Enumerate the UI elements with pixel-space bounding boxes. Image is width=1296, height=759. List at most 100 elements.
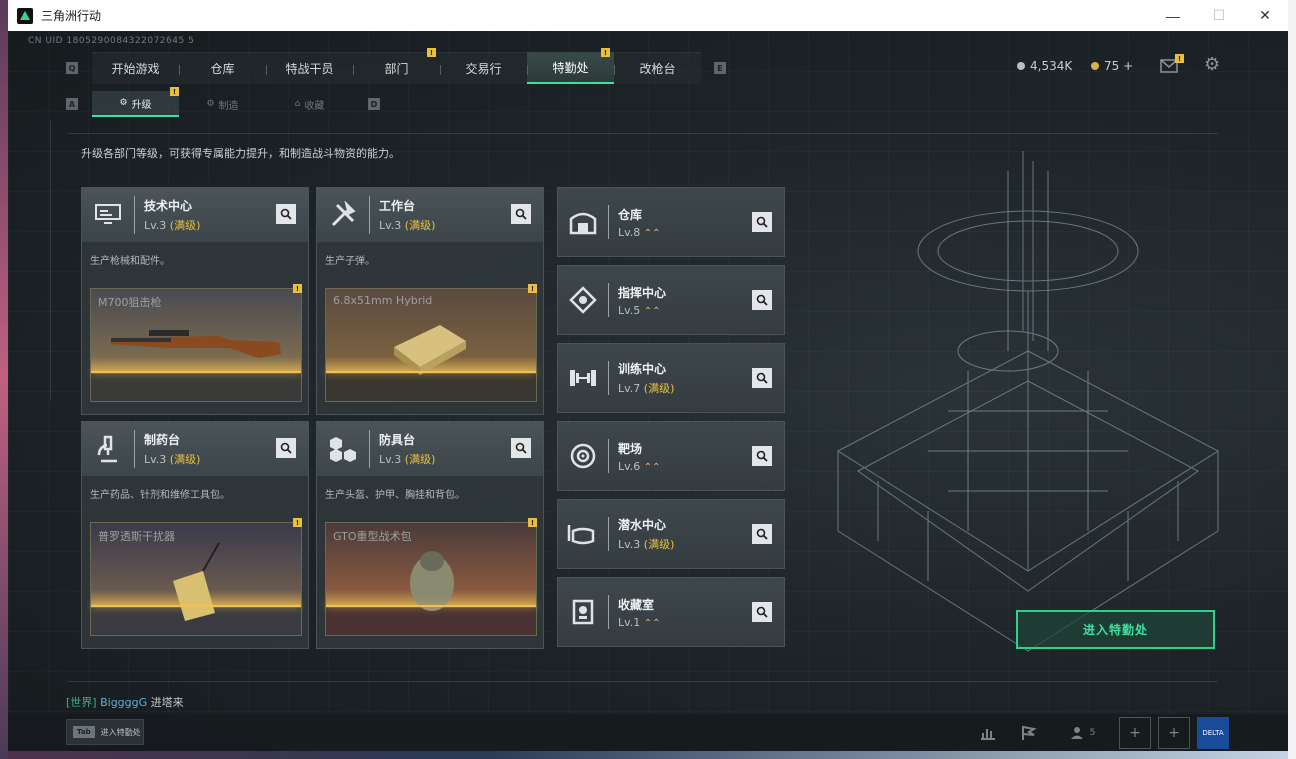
item-glow-line — [326, 605, 536, 607]
divider — [68, 133, 1218, 134]
warehouse-icon — [558, 195, 608, 249]
tab-operators[interactable]: 特战干员 — [266, 52, 353, 84]
mail-icon[interactable]: ! — [1160, 54, 1184, 73]
stats-icon[interactable] — [972, 717, 1004, 749]
max-level-tag: (满级) — [169, 219, 201, 232]
separator — [608, 283, 609, 317]
facility-row-collection-room[interactable]: 收藏室 Lv.1 ⌃⌃ — [557, 577, 785, 647]
facility-row-command-center[interactable]: 指挥中心 Lv.5 ⌃⌃ — [557, 265, 785, 335]
facility-card-armor-bench[interactable]: 防具台 Lv.3 (满级) 生产头盔、护甲、胸挂和背包。 GTO重型战术包 ! — [316, 421, 544, 649]
facility-card-pharmacy[interactable]: 制药台 Lv.3 (满级) 生产药品、针剂和维修工具包。 普罗透斯干扰器 ! — [81, 421, 309, 649]
tab-warehouse[interactable]: 仓库 — [179, 52, 266, 84]
search-button[interactable] — [276, 204, 296, 224]
add-party-slot-button[interactable]: + — [1158, 717, 1190, 749]
level-value: Lv.3 — [379, 219, 402, 232]
ammo-box-image — [394, 325, 466, 375]
craft-item-slot[interactable]: GTO重型战术包 ! — [325, 518, 537, 636]
tab-trade[interactable]: 交易行 — [440, 52, 527, 84]
chat-message[interactable]: [世界] BiggggG 进塔来 — [66, 694, 184, 710]
item-glow-line — [91, 605, 301, 607]
level-value: Lv.5 — [618, 303, 641, 317]
tools-icon — [317, 188, 369, 242]
facility-name: 技术中心 — [144, 199, 193, 213]
player-avatar[interactable]: DELTA — [1197, 717, 1229, 749]
search-button[interactable] — [752, 368, 772, 388]
item-name: 6.8x51mm Hybrid — [333, 294, 433, 307]
tab-gunsmith[interactable]: 改枪台 — [614, 52, 701, 84]
search-button[interactable] — [511, 204, 531, 224]
facility-level: Lv.5 ⌃⌃ — [618, 304, 666, 317]
facility-name: 指挥中心 — [618, 285, 667, 300]
chat-channel: [世界] — [66, 696, 97, 709]
search-icon — [756, 294, 768, 306]
facility-description: 生产头盔、护甲、胸挂和背包。 — [325, 490, 465, 501]
maximize-button[interactable]: ☐ — [1196, 0, 1242, 31]
facility-row-warehouse[interactable]: 仓库 Lv.8 ⌃⌃ — [557, 187, 785, 257]
upgrade-available-icon: ⌃⌃ — [643, 617, 661, 629]
dumbbell-icon — [558, 351, 608, 405]
item-glow-line — [326, 371, 536, 373]
tab-label: 特战干员 — [285, 62, 334, 76]
friends-count: 5 — [1089, 728, 1096, 738]
trophy-icon — [558, 585, 608, 639]
facility-card-tech-center[interactable]: 技术中心 Lv.3 (满级) 生产枪械和配件。 M700狙击枪 ! — [81, 187, 309, 415]
search-button[interactable] — [752, 290, 772, 310]
search-icon — [756, 372, 768, 384]
search-button[interactable] — [752, 446, 772, 466]
notification-badge: ! — [528, 518, 537, 527]
sub-nav: ⚙ 升级 ! ⚙ 制造 ⌂ 收藏 — [92, 87, 353, 117]
facility-row-diving-center[interactable]: 潜水中心 Lv.3 (满级) — [557, 499, 785, 569]
search-button[interactable] — [511, 438, 531, 458]
tab-start-game[interactable]: 开始游戏 — [92, 52, 179, 84]
tab-special-ops[interactable]: 特勤处 ! — [527, 48, 614, 84]
add-party-slot-button[interactable]: + — [1119, 717, 1151, 749]
subtab-label: 收藏 — [304, 100, 325, 112]
app-logo-icon — [17, 7, 33, 24]
search-button[interactable] — [752, 524, 772, 544]
craft-item-slot[interactable]: M700狙击枪 ! — [90, 284, 302, 402]
craft-icon: ⚙ — [206, 99, 215, 109]
silver-amount: 4,534K — [1030, 59, 1073, 73]
flag-icon[interactable] — [1013, 717, 1045, 749]
facility-card-workbench[interactable]: 工作台 Lv.3 (满级) 生产子弹。 6.8x51mm Hybrid ! — [316, 187, 544, 415]
facility-name: 训练中心 — [618, 362, 667, 376]
facility-name: 制药台 — [144, 433, 181, 447]
subtab-label: 升级 — [131, 99, 152, 111]
monitor-icon — [82, 188, 134, 242]
max-level-tag: (满级) — [643, 382, 675, 395]
silver-coin-icon — [1017, 62, 1025, 70]
facility-row-shooting-range[interactable]: 靶场 Lv.6 ⌃⌃ — [557, 421, 785, 491]
close-button[interactable]: ✕ — [1242, 0, 1288, 31]
frame-line — [50, 121, 51, 401]
subtab-upgrade[interactable]: ⚙ 升级 ! — [92, 87, 179, 117]
tab-label: 改枪台 — [639, 62, 676, 76]
level-value: Lv.3 — [144, 453, 167, 466]
facility-level: Lv.3 (满级) — [144, 217, 200, 233]
friends-button[interactable]: 5 — [1063, 717, 1103, 749]
gear-icon[interactable]: ⚙ — [1204, 56, 1222, 74]
subtab-craft[interactable]: ⚙ 制造 — [179, 91, 266, 117]
facility-row-training-center[interactable]: 训练中心 Lv.7 (满级) — [557, 343, 785, 413]
gold-currency[interactable]: 75 + — [1091, 59, 1133, 73]
notification-badge: ! — [293, 518, 302, 527]
tab-hint-label: 进入特勤处 — [100, 727, 141, 737]
search-button[interactable] — [752, 212, 772, 232]
tab-label: 开始游戏 — [111, 62, 160, 76]
tab-department[interactable]: 部门 ! — [353, 48, 440, 84]
notification-badge: ! — [528, 284, 537, 293]
minimize-button[interactable]: — — [1150, 0, 1196, 31]
tab-hint-button[interactable]: Tab 进入特勤处 — [66, 719, 144, 745]
search-button[interactable] — [752, 602, 772, 622]
search-button[interactable] — [276, 438, 296, 458]
cubes-icon — [317, 422, 369, 476]
level-value: Lv.3 — [618, 538, 641, 551]
subtab-collection[interactable]: ⌂ 收藏 — [266, 91, 353, 117]
craft-item-slot[interactable]: 普罗透斯干扰器 ! — [90, 518, 302, 636]
chat-text: 进塔来 — [150, 696, 184, 709]
gold-amount: 75 + — [1104, 59, 1134, 73]
facility-name: 收藏室 — [618, 597, 655, 612]
max-level-tag: (满级) — [404, 453, 436, 466]
separator — [134, 430, 135, 468]
enter-special-ops-button[interactable]: 进入特勤处 — [1016, 610, 1215, 649]
craft-item-slot[interactable]: 6.8x51mm Hybrid ! — [325, 284, 537, 402]
